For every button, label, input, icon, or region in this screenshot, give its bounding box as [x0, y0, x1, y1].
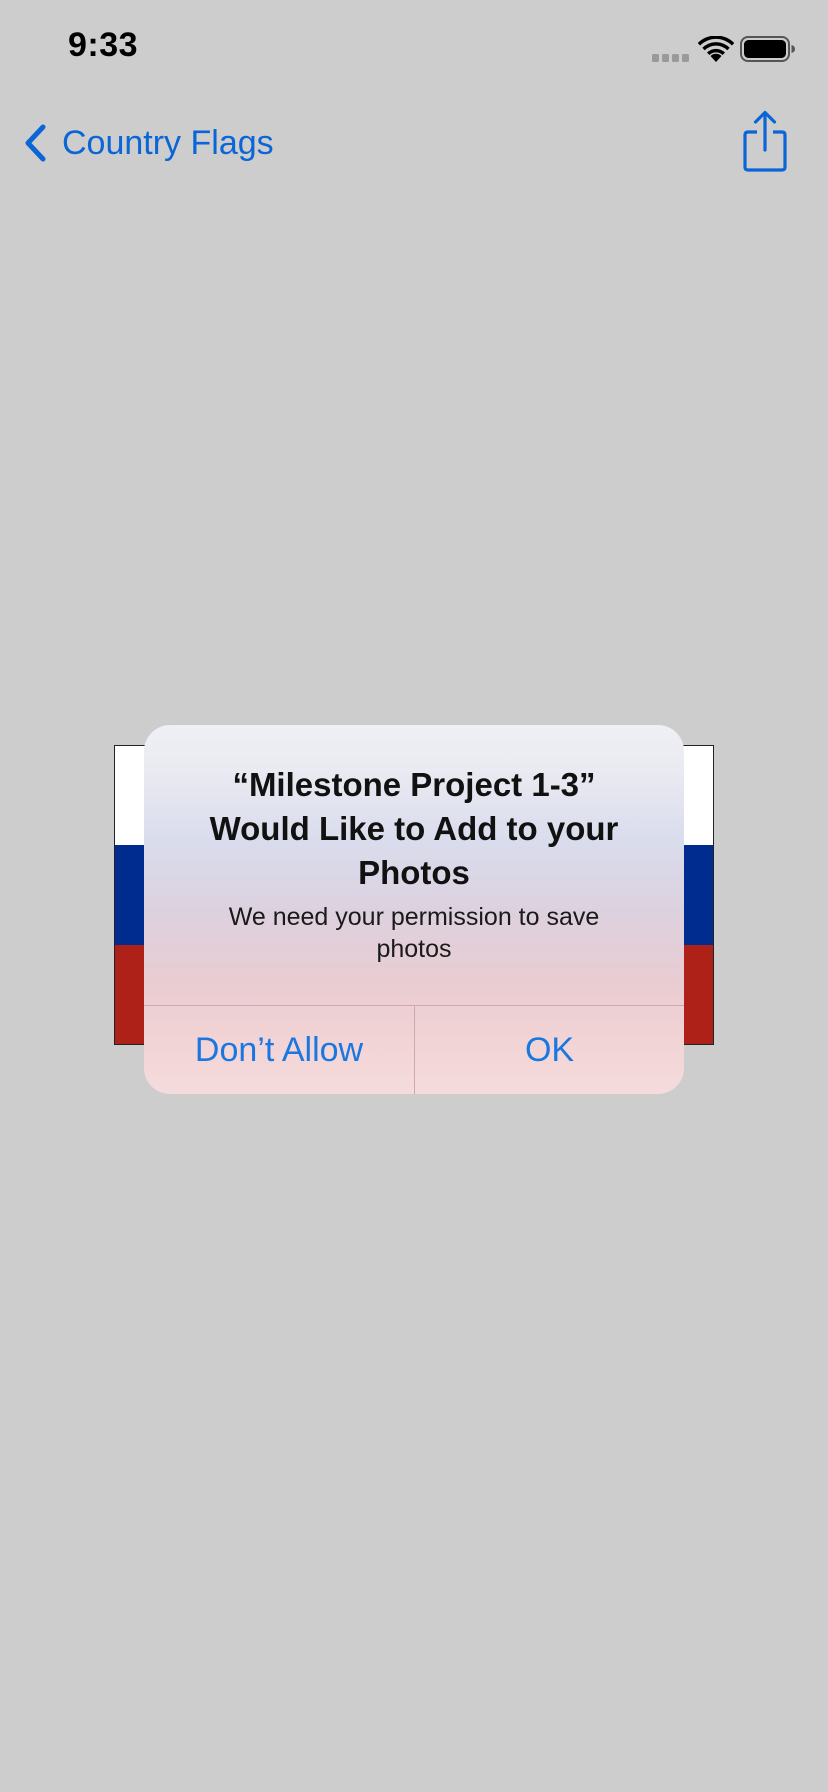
battery-icon	[740, 36, 795, 62]
alert-content: “Milestone Project 1-3” Would Like to Ad…	[144, 725, 684, 1005]
alert-dialog: “Milestone Project 1-3” Would Like to Ad…	[144, 725, 684, 1094]
chevron-left-icon	[25, 124, 46, 162]
share-button[interactable]	[742, 110, 788, 172]
cellular-signal-icon	[652, 54, 689, 62]
navigation-bar: Country Flags	[0, 100, 828, 188]
wifi-icon	[698, 36, 734, 62]
alert-title: “Milestone Project 1-3” Would Like to Ad…	[209, 766, 619, 891]
dont-allow-button[interactable]: Don’t Allow	[144, 1006, 414, 1094]
status-time: 9:33	[68, 26, 139, 64]
alert-message: We need your permission to save photos	[228, 903, 600, 963]
back-button-label: Country Flags	[62, 124, 274, 162]
ok-button[interactable]: OK	[415, 1006, 684, 1094]
status-bar: 9:33	[0, 0, 828, 100]
back-button[interactable]: Country Flags	[22, 118, 274, 168]
share-icon	[743, 110, 787, 172]
